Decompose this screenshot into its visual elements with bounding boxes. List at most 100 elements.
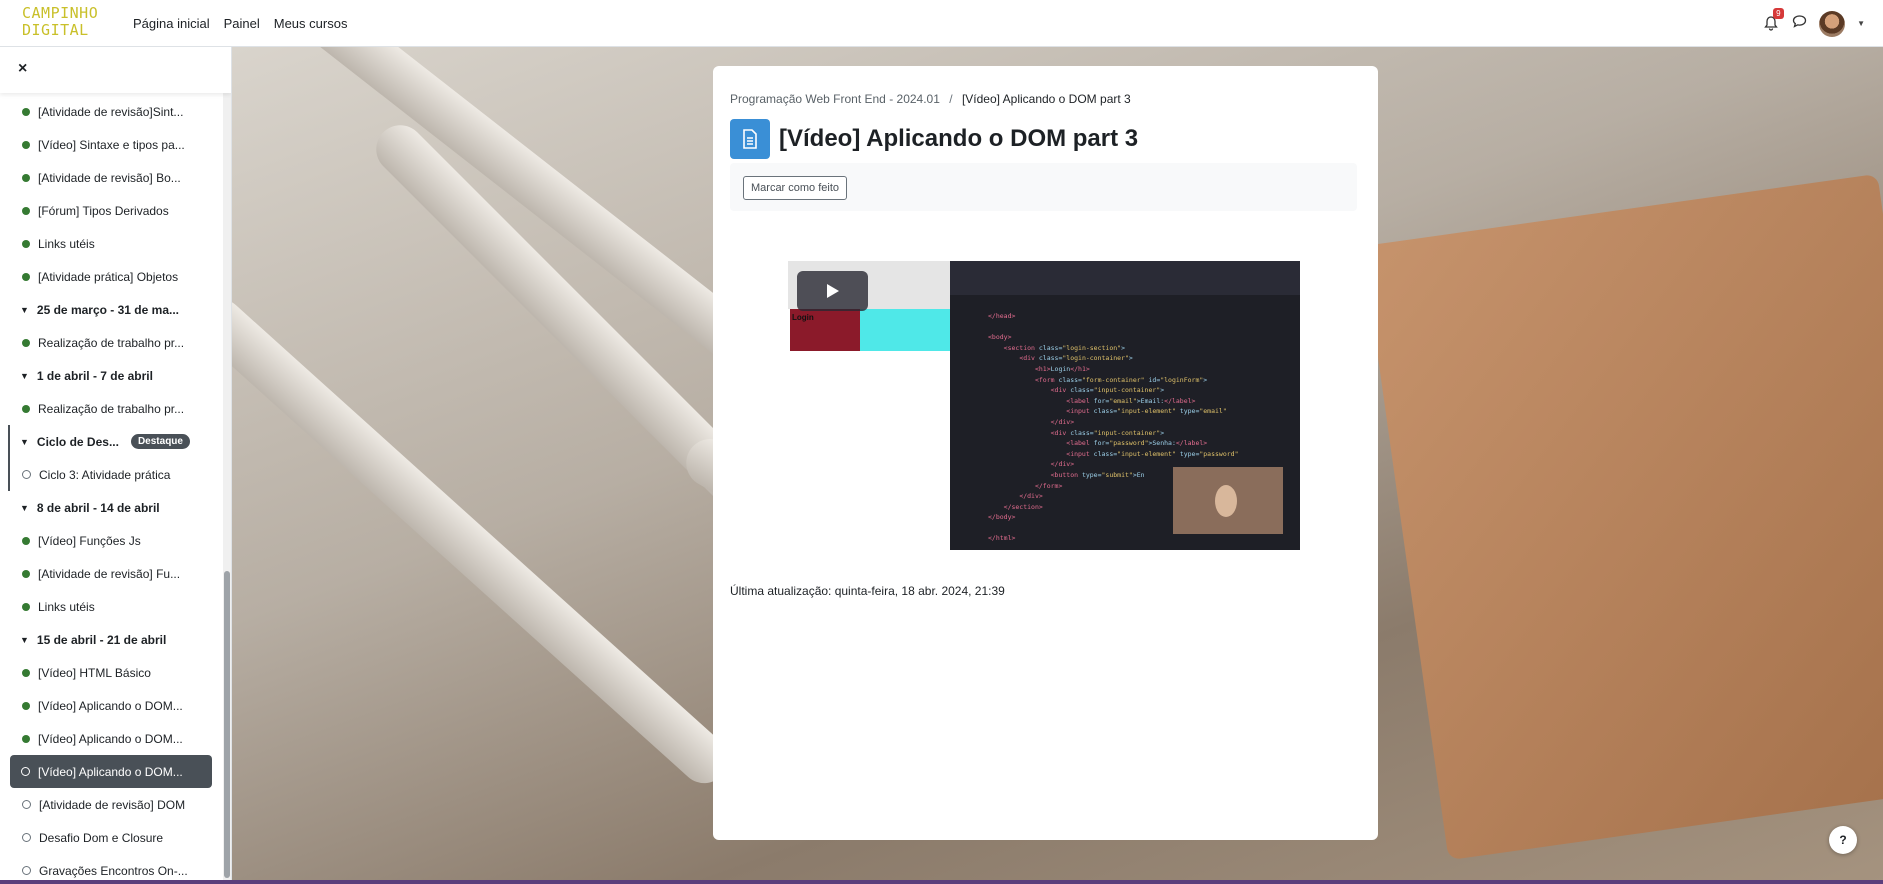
video-play-button[interactable] <box>797 271 868 311</box>
drawer-item-label: Realização de trabalho pr... <box>38 335 185 350</box>
course-section-header[interactable]: ▼ 15 de abril - 21 de abril <box>0 623 222 656</box>
notification-count-badge: 9 <box>1773 7 1784 19</box>
course-activity-item[interactable]: [Atividade de revisão] Fu... <box>0 557 222 590</box>
course-index-list: [Atividade de revisão]Sint... [Vídeo] Sin… <box>0 95 222 884</box>
chevron-down-icon[interactable]: ▼ <box>20 371 29 381</box>
embedded-video-player[interactable]: Login </head> <body> <section class="log… <box>788 261 1300 550</box>
chevron-down-icon[interactable]: ▼ <box>20 305 29 315</box>
drawer-header: × <box>0 47 231 93</box>
course-activity-item[interactable]: [Fórum] Tipos Derivados <box>0 194 222 227</box>
course-activity-item[interactable]: [Vídeo] HTML Básico <box>0 656 222 689</box>
course-activity-item[interactable]: [Atividade de revisão] Bo... <box>0 161 222 194</box>
course-activity-item[interactable]: [Vídeo] Aplicando o DOM... <box>0 722 222 755</box>
drawer-item-label: [Vídeo] HTML Básico <box>38 665 151 680</box>
drawer-item-label: [Fórum] Tipos Derivados <box>38 203 169 218</box>
course-section-header[interactable]: ▼ 25 de março - 31 de ma... <box>0 293 222 326</box>
drawer-item-label: Desafio Dom e Closure <box>39 830 164 845</box>
notifications-button[interactable]: 9 <box>1764 7 1784 32</box>
course-activity-item[interactable]: Desafio Dom e Closure <box>0 821 222 854</box>
course-activity-item[interactable]: Ciclo 3: Atividade prática <box>0 458 222 491</box>
drawer-item-label: 8 de abril - 14 de abril <box>36 500 160 515</box>
logo-line-1: CAMPINHO <box>22 4 99 22</box>
user-avatar[interactable] <box>1819 10 1846 37</box>
incomplete-circle-icon <box>22 470 31 479</box>
activity-completion-bar: Marcar como feito <box>730 163 1357 211</box>
completed-dot-icon <box>22 602 30 611</box>
chevron-down-icon[interactable]: ▼ <box>20 635 29 645</box>
drawer-item-label: [Vídeo] Aplicando o DOM... <box>38 731 183 746</box>
drawer-item-label: [Atividade de revisão] Fu... <box>38 566 181 581</box>
user-menu-area: 9 ▼ <box>1764 0 1865 47</box>
drawer-item-label: [Atividade de revisão] DOM <box>39 797 186 812</box>
incomplete-circle-icon <box>22 866 31 875</box>
document-icon <box>743 129 757 149</box>
drawer-item-label: 15 de abril - 21 de abril <box>36 632 167 647</box>
drawer-item-label: Links utéis <box>38 236 95 251</box>
video-editor-tabs <box>950 261 1300 295</box>
drawer-item-label: [Atividade de revisão] Bo... <box>38 170 181 185</box>
drawer-item-label: 1 de abril - 7 de abril <box>36 368 153 383</box>
drawer-item-label: Ciclo 3: Atividade prática <box>39 467 171 482</box>
drawer-scrollbar[interactable] <box>223 47 231 884</box>
page-title: [Vídeo] Aplicando o DOM part 3 <box>779 125 1139 152</box>
main-content-card: Programação Web Front End - 2024.01 / [V… <box>713 66 1378 840</box>
drawer-item-label: [Vídeo] Sintaxe e tipos pa... <box>38 137 185 152</box>
course-section-header[interactable]: ▼ Ciclo de Des... Destaque <box>0 425 222 458</box>
video-login-text: Login <box>792 313 814 322</box>
video-cyan-panel <box>860 309 950 351</box>
highlight-badge: Destaque <box>130 434 190 449</box>
drawer-item-label: [Atividade de revisão]Sint... <box>38 104 184 119</box>
nav-dashboard-link[interactable]: Painel <box>224 16 260 31</box>
chevron-down-icon[interactable]: ▼ <box>20 503 29 513</box>
nav-my-courses-link[interactable]: Meus cursos <box>274 16 348 31</box>
course-activity-item[interactable]: [Atividade de revisão] DOM <box>0 788 222 821</box>
completed-dot-icon <box>22 239 30 248</box>
completed-dot-icon <box>22 734 30 743</box>
course-activity-item[interactable]: [Atividade prática] Objetos <box>0 260 222 293</box>
course-section-header[interactable]: ▼ 8 de abril - 14 de abril <box>0 491 222 524</box>
chevron-down-icon[interactable]: ▼ <box>20 437 29 447</box>
wooden-tray-decoration <box>1362 173 1883 861</box>
course-activity-item[interactable]: Links utéis <box>0 590 222 623</box>
top-navbar: CAMPINHO DIGITAL Página inicial Painel M… <box>0 0 1883 47</box>
last-updated-text: Última atualização: quinta-feira, 18 abr… <box>730 584 1005 598</box>
course-activity-item[interactable]: Realização de trabalho pr... <box>0 392 222 425</box>
messages-button[interactable] <box>1792 14 1807 33</box>
course-activity-item[interactable]: [Vídeo] Aplicando o DOM... <box>10 755 212 788</box>
course-index-drawer: × [Atividade de revisão]Sint... [Vídeo] S… <box>0 47 232 884</box>
chevron-down-icon[interactable]: ▼ <box>1857 19 1865 28</box>
course-activity-item[interactable]: [Atividade de revisão]Sint... <box>0 95 222 128</box>
nav-home-link[interactable]: Página inicial <box>133 16 210 31</box>
mark-as-done-button[interactable]: Marcar como feito <box>743 176 848 200</box>
logo-line-2: DIGITAL <box>22 21 89 39</box>
course-section-header[interactable]: ▼ 1 de abril - 7 de abril <box>0 359 222 392</box>
breadcrumb-course-link[interactable]: Programação Web Front End - 2024.01 <box>730 92 940 106</box>
course-activity-item[interactable]: Links utéis <box>0 227 222 260</box>
course-activity-item[interactable]: Realização de trabalho pr... <box>0 326 222 359</box>
window-bottom-stripe <box>0 880 1883 884</box>
completed-dot-icon <box>22 140 30 149</box>
drawer-scrollbar-thumb[interactable] <box>224 571 230 878</box>
drawer-item-label: Realização de trabalho pr... <box>38 401 185 416</box>
site-logo[interactable]: CAMPINHO DIGITAL <box>22 5 102 41</box>
drawer-item-label: [Atividade prática] Objetos <box>38 269 179 284</box>
completed-dot-icon <box>22 536 30 545</box>
incomplete-circle-icon <box>22 833 31 842</box>
course-activity-item[interactable]: [Vídeo] Sintaxe e tipos pa... <box>0 128 222 161</box>
completed-dot-icon <box>22 173 30 182</box>
breadcrumb-current: [Vídeo] Aplicando o DOM part 3 <box>961 92 1131 106</box>
drawer-item-label: Gravações Encontros On-... <box>39 863 188 878</box>
pencil-decoration <box>232 288 739 794</box>
help-button[interactable]: ? <box>1829 826 1857 854</box>
primary-navigation: Página inicial Painel Meus cursos <box>133 0 347 47</box>
webcam-person <box>1215 485 1237 517</box>
course-activity-item[interactable]: [Vídeo] Funções Js <box>0 524 222 557</box>
breadcrumb: Programação Web Front End - 2024.01 / [V… <box>730 92 1131 106</box>
completed-dot-icon <box>22 107 30 116</box>
close-drawer-icon[interactable]: × <box>18 60 27 78</box>
completed-dot-icon <box>22 668 30 677</box>
completed-dot-icon <box>22 272 30 281</box>
course-activity-item[interactable]: [Vídeo] Aplicando o DOM... <box>0 689 222 722</box>
completed-dot-icon <box>22 569 30 578</box>
page-activity-icon <box>730 119 770 159</box>
